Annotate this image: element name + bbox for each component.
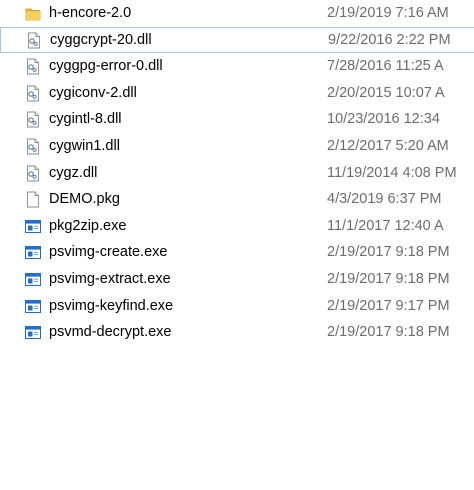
file-name: DEMO.pkg [49, 191, 120, 208]
file-row-psvmd-decrypt[interactable]: psvmd-decrypt.exe 2/19/2017 9:18 PM [0, 319, 474, 346]
dll-file-icon [25, 85, 41, 102]
folder-icon [25, 5, 41, 22]
file-row-cyggpg-error[interactable]: cyggpg-error-0.dll 7/28/2016 11:25 A [0, 53, 474, 80]
file-row-pkg2zip[interactable]: pkg2zip.exe 11/1/2017 12:40 A [0, 213, 474, 240]
file-name: pkg2zip.exe [49, 217, 127, 234]
file-name: h-encore-2.0 [49, 5, 132, 21]
file-name: cyggpg-error-0.dll [49, 58, 163, 75]
file-name: cygiconv-2.dll [49, 84, 137, 101]
file-date-modified: 2/19/2017 9:18 PM [327, 270, 450, 287]
file-date-modified: 9/22/2016 2:22 PM [328, 31, 451, 48]
file-date-modified: 10/23/2016 12:34 [327, 111, 440, 128]
file-name: psvimg-extract.exe [49, 270, 171, 287]
file-row-cygz[interactable]: cygz.dll 11/19/2014 4:08 PM [0, 160, 474, 187]
exe-file-icon [25, 324, 41, 341]
file-date-modified: 2/19/2017 9:17 PM [327, 297, 450, 314]
file-row-cygintl[interactable]: cygintl-8.dll 10/23/2016 12:34 [0, 106, 474, 133]
file-date-modified: 2/20/2015 10:07 A [327, 84, 445, 101]
file-list: h-encore-2.0 2/19/2019 7:16 AM cyggcrypt… [0, 0, 474, 346]
file-name: cygintl-8.dll [49, 111, 122, 128]
file-name: psvimg-create.exe [49, 244, 168, 261]
file-date-modified: 4/3/2019 6:37 PM [327, 191, 442, 208]
exe-file-icon [25, 298, 41, 315]
file-row-cyggcrypt[interactable]: cyggcrypt-20.dll 9/22/2016 2:22 PM [0, 26, 474, 54]
file-row-cygiconv[interactable]: cygiconv-2.dll 2/20/2015 10:07 A [0, 80, 474, 107]
file-row-h-encore[interactable]: h-encore-2.0 2/19/2019 7:16 AM [0, 0, 474, 27]
dll-file-icon [26, 32, 42, 49]
file-date-modified: 2/12/2017 5:20 AM [327, 137, 449, 154]
file-row-psvimg-keyfind[interactable]: psvimg-keyfind.exe 2/19/2017 9:17 PM [0, 293, 474, 320]
file-date-modified: 2/19/2017 9:18 PM [327, 244, 450, 261]
file-date-modified: 2/19/2019 7:16 AM [327, 5, 449, 21]
file-name: psvimg-keyfind.exe [49, 297, 174, 314]
file-row-cygwin1[interactable]: cygwin1.dll 2/12/2017 5:20 AM [0, 133, 474, 160]
file-name: psvmd-decrypt.exe [49, 324, 172, 341]
dll-file-icon [25, 165, 41, 182]
file-name: cygz.dll [49, 164, 98, 181]
dll-file-icon [25, 111, 41, 128]
dll-file-icon [25, 58, 41, 75]
file-row-psvimg-create[interactable]: psvimg-create.exe 2/19/2017 9:18 PM [0, 239, 474, 266]
exe-file-icon [25, 218, 41, 235]
file-row-psvimg-extract[interactable]: psvimg-extract.exe 2/19/2017 9:18 PM [0, 266, 474, 293]
file-date-modified: 7/28/2016 11:25 A [327, 58, 444, 75]
exe-file-icon [25, 271, 41, 288]
file-date-modified: 2/19/2017 9:18 PM [327, 324, 450, 341]
blank-file-icon [25, 191, 41, 208]
file-row-demo-pkg[interactable]: DEMO.pkg 4/3/2019 6:37 PM [0, 186, 474, 213]
file-date-modified: 11/1/2017 12:40 A [327, 217, 444, 234]
file-date-modified: 11/19/2014 4:08 PM [327, 164, 457, 181]
dll-file-icon [25, 138, 41, 155]
file-name: cyggcrypt-20.dll [50, 31, 152, 48]
file-name: cygwin1.dll [49, 137, 120, 154]
exe-file-icon [25, 244, 41, 261]
